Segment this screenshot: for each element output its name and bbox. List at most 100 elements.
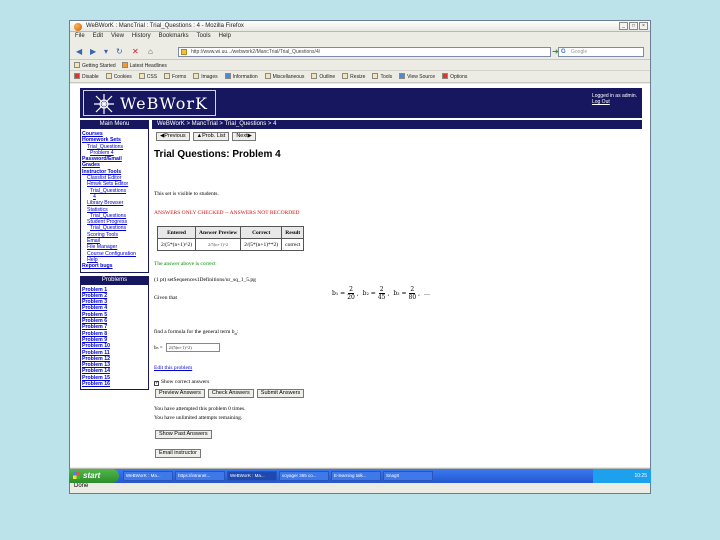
menu-bookmarks[interactable]: Bookmarks <box>159 33 189 42</box>
preview-answers-button[interactable]: Preview Answers <box>155 389 205 398</box>
rss-icon <box>121 62 128 68</box>
window-title: WeBWorK : MancTrial : Trial_Questions : … <box>86 23 244 29</box>
devbar-images[interactable]: Images <box>193 72 218 82</box>
disable-icon <box>74 73 80 79</box>
devbar-information[interactable]: Information <box>224 72 258 82</box>
cell-result: correct <box>281 238 305 251</box>
show-past-answers-button[interactable]: Show Past Answers <box>155 430 212 439</box>
url-bar[interactable]: http://www.wi.uu.../webwork2/MancTrial/T… <box>178 47 551 57</box>
bookmark-icon <box>74 62 80 68</box>
back-icon[interactable]: ◀ <box>76 46 82 57</box>
visibility-message: This set is visible to students. <box>154 191 219 197</box>
logout-link[interactable]: Log Out <box>592 99 637 105</box>
email-instructor-button[interactable]: Email instructor <box>155 449 201 458</box>
menu-edit[interactable]: Edit <box>93 33 103 42</box>
css-icon <box>138 73 145 79</box>
answer-table: Entered Answer Preview Correct Result 2/… <box>156 226 305 251</box>
window-titlebar: WeBWorK : MancTrial : Trial_Questions : … <box>70 21 650 32</box>
menu-history[interactable]: History <box>132 33 151 42</box>
sidebar-item[interactable]: Report bugs <box>82 263 147 269</box>
resize-icon <box>342 73 349 79</box>
bookmarks-toolbar: Getting Started Latest Headlines <box>70 61 650 71</box>
devbar-options[interactable]: Options <box>442 72 467 82</box>
bookmark-latest-headlines[interactable]: Latest Headlines <box>121 61 167 70</box>
devbar-view-source[interactable]: View Source <box>399 72 435 82</box>
term-2-lhs: b₂ = <box>362 290 376 297</box>
search-input[interactable]: G Google <box>558 47 644 57</box>
check-answers-button[interactable]: Check Answers <box>207 389 254 398</box>
devbar-disable[interactable]: Disable <box>74 72 99 82</box>
term-3-lhs: b₃ = <box>393 290 407 297</box>
correct-message: The answer above is correct <box>154 261 216 267</box>
problem-source: (1 pt) setSequences1Definitions/ur_sq_1_… <box>154 277 256 283</box>
given-that-text: Given that <box>154 295 178 301</box>
devbar-tools[interactable]: Tools <box>372 72 392 82</box>
col-result: Result <box>281 226 305 239</box>
home-icon[interactable]: ⌂ <box>148 46 153 57</box>
system-tray: 10:25 <box>593 469 651 483</box>
close-icon[interactable]: × <box>639 22 648 30</box>
taskbar-item[interactable]: WeBWorK : Ma... <box>123 471 173 481</box>
google-icon: G <box>561 49 566 55</box>
col-correct: Correct <box>240 226 283 239</box>
forms-icon <box>164 73 171 79</box>
status-text: Done <box>74 483 89 489</box>
menu-view[interactable]: View <box>111 33 124 42</box>
term-1-lhs: b₁ = <box>332 290 346 297</box>
devbar-miscellaneous[interactable]: Miscellaneous <box>264 72 304 82</box>
answer-input[interactable]: 2/(5(n+1)^2) <box>165 343 220 352</box>
problem-link[interactable]: Problem 16 <box>82 381 147 387</box>
stop-icon[interactable]: ✕ <box>132 46 139 57</box>
windows-taskbar: start WeBWorK : Ma... https://intranet...… <box>69 469 651 483</box>
submit-answers-button[interactable]: Submit Answers <box>256 389 305 398</box>
table-row: 2/(5*(n+1)^2) 2/5(n+1)^2 2/(5*(n+1)**2) … <box>156 238 305 251</box>
show-correct-answers[interactable]: ✓ Show correct answers <box>154 379 209 386</box>
login-info: Logged in as admin. Log Out <box>592 93 637 105</box>
taskbar-item[interactable]: WeBWorK : Ma... <box>227 471 277 481</box>
devbar-cookies[interactable]: Cookies <box>105 72 132 82</box>
cell-answer-preview: 2/5(n+1)^2 <box>195 238 242 251</box>
problem-list-button[interactable]: ▲Prob. List <box>192 132 230 141</box>
site-favicon <box>181 49 187 55</box>
menu-file[interactable]: File <box>75 33 85 42</box>
menu-tools[interactable]: Tools <box>197 33 211 42</box>
page-title: Trial Questions: Problem 4 <box>154 149 281 160</box>
url-text: http://www.wi.uu.../webwork2/MancTrial/T… <box>191 49 321 55</box>
col-answer-preview: Answer Preview <box>195 226 242 239</box>
outline-icon <box>311 73 318 79</box>
devbar-forms[interactable]: Forms <box>164 72 186 82</box>
dropdown-icon[interactable]: ▾ <box>104 46 108 57</box>
devbar-css[interactable]: CSS <box>138 72 157 82</box>
bookmark-getting-started[interactable]: Getting Started <box>74 61 116 70</box>
webwork-logo[interactable]: WeBWorK <box>83 90 216 116</box>
previous-button[interactable]: ◀Previous <box>156 132 190 141</box>
devbar-resize[interactable]: Resize <box>342 72 365 82</box>
cell-entered: 2/(5*(n+1)^2) <box>156 238 197 251</box>
devbar-outline[interactable]: Outline <box>311 72 335 82</box>
forward-icon[interactable]: ▶ <box>90 46 96 57</box>
windows-flag-icon <box>73 472 80 479</box>
information-icon <box>224 73 231 79</box>
taskbar-item[interactable]: https://intranet... <box>175 471 225 481</box>
menu-help[interactable]: Help <box>219 33 231 42</box>
taskbar-item[interactable]: E-learning talk... <box>331 471 381 481</box>
taskbar-item[interactable]: SnagIt <box>383 471 433 481</box>
edit-problem-link[interactable]: Edit this problem <box>154 365 192 371</box>
minimize-icon[interactable]: _ <box>619 22 628 30</box>
start-button[interactable]: start <box>69 469 119 483</box>
tools-icon <box>372 73 379 79</box>
checkbox-icon[interactable]: ✓ <box>154 381 159 386</box>
reload-icon[interactable]: ↻ <box>116 46 123 57</box>
col-entered: Entered <box>156 226 197 239</box>
cookie-icon <box>105 73 112 79</box>
maximize-icon[interactable]: □ <box>629 22 638 30</box>
main-menu: Courses Homework Sets Trial_Questions Probl… <box>80 129 149 273</box>
find-formula-text: find a formula for the general term bn: <box>154 329 239 337</box>
navigation-toolbar: ◀ ▶ ▾ ↻ ✕ ⌂ http://www.wi.uu.../webwork2… <box>70 43 650 60</box>
next-button[interactable]: Next▶ <box>232 132 256 141</box>
taskbar-item[interactable]: voyager 365 co... <box>279 471 329 481</box>
menu-bar: File Edit View History Bookmarks Tools H… <box>70 33 650 42</box>
web-developer-toolbar: Disable Cookies CSS Forms Images Informa… <box>70 72 650 83</box>
logo-wordmark: WeBWorK <box>120 94 208 113</box>
clock: 10:25 <box>634 473 647 479</box>
